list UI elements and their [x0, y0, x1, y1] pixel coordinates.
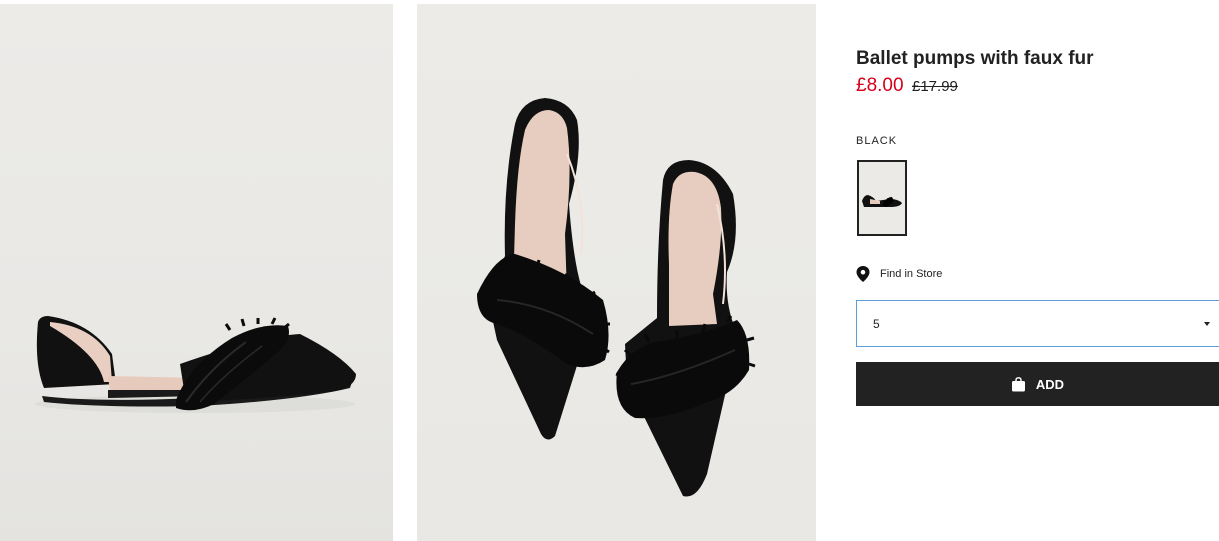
map-pin-icon	[856, 266, 870, 282]
product-image-side[interactable]	[0, 4, 393, 541]
add-to-bag-button[interactable]: ADD	[856, 362, 1219, 406]
shoe-top-illustration	[477, 98, 756, 497]
color-swatch-black[interactable]	[857, 160, 907, 236]
shopping-bag-icon	[1011, 376, 1025, 391]
sale-price: £8.00	[856, 75, 904, 96]
product-detail-panel: Ballet pumps with faux fur £8.00 £17.99 …	[856, 0, 1219, 541]
original-price: £17.99	[912, 78, 958, 95]
shoe-side-illustration	[35, 316, 356, 413]
size-select[interactable]: 5	[856, 300, 1219, 347]
product-image-top[interactable]	[417, 4, 816, 541]
size-select-value: 5	[873, 316, 880, 331]
swatch-thumbnail-image	[862, 195, 902, 207]
find-in-store-link[interactable]: Find in Store	[856, 266, 942, 282]
product-page: Ballet pumps with faux fur £8.00 £17.99 …	[0, 0, 1219, 541]
price-row: £8.00 £17.99	[856, 75, 958, 97]
find-in-store-label: Find in Store	[880, 268, 943, 280]
product-title: Ballet pumps with faux fur	[856, 48, 1094, 69]
chevron-down-icon	[1204, 322, 1210, 326]
selected-color-label: BLACK	[856, 135, 898, 147]
add-button-label: ADD	[1035, 376, 1065, 392]
